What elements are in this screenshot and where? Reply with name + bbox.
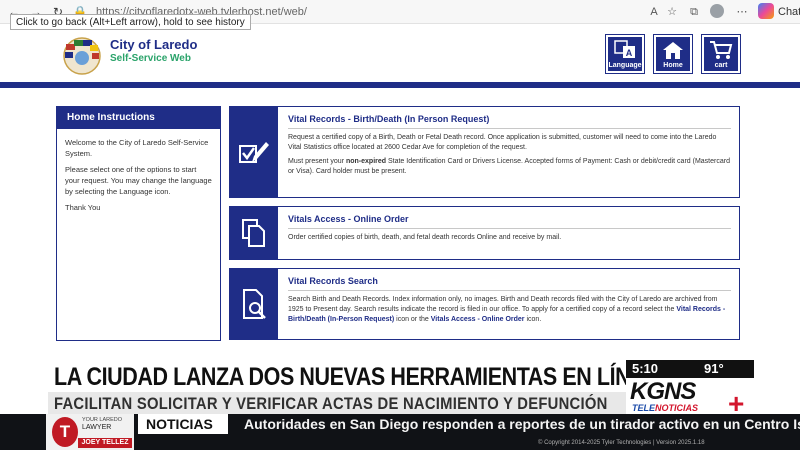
language-button[interactable]: A Language xyxy=(605,34,645,74)
vital-records-search-card[interactable]: Vital Records Search Search Birth and De… xyxy=(229,268,740,340)
news-headline: LA CIUDAD LANZA DOS NUEVAS HERRAMIENTAS … xyxy=(54,363,660,391)
vital-records-in-person-requirements: Must present your non-expired State Iden… xyxy=(288,158,730,175)
card-icon-panel xyxy=(230,207,278,259)
header-divider xyxy=(0,82,800,88)
copyright-footer: © Copyright 2014-2025 Tyler Technologies… xyxy=(538,440,705,446)
card-divider xyxy=(288,128,731,129)
instructions-heading: Home Instructions xyxy=(57,107,220,129)
news-time: 5:10 xyxy=(632,361,659,376)
site-title[interactable]: City of Laredo xyxy=(110,37,197,52)
document-search-icon xyxy=(243,289,266,319)
cart-button-label: cart xyxy=(714,62,728,69)
vitals-access-online-desc: Order certified copies of birth, death, … xyxy=(288,234,562,241)
ticker-text: Autoridades en San Diego responden a rep… xyxy=(244,416,800,432)
time-temperature-bar: 5:10 91° xyxy=(626,360,754,378)
ticker-section-label: NOTICIAS xyxy=(138,414,228,434)
ad-name: JOEY TELLEZ xyxy=(78,438,132,448)
ad-logo-icon: T xyxy=(52,417,78,447)
card-icon-panel xyxy=(230,269,278,339)
station-logo: KGNS TELENOTICIAS + xyxy=(626,378,754,419)
vital-records-in-person-desc: Request a certified copy of a Birth, Dea… xyxy=(288,134,717,151)
home-icon xyxy=(663,42,683,59)
collections-icon[interactable]: ⧉ xyxy=(686,4,702,20)
plus-icon: + xyxy=(728,388,745,419)
favorite-star-icon[interactable]: ☆ xyxy=(664,4,680,20)
online-order-link[interactable]: Vitals Access - Online Order xyxy=(431,316,525,323)
network-name: TELENOTICIAS xyxy=(632,403,699,413)
vital-records-search-desc: Search Birth and Death Records. Index in… xyxy=(288,296,726,323)
cart-icon xyxy=(710,41,733,59)
vital-records-in-person-card[interactable]: Vital Records - Birth/Death (In Person R… xyxy=(229,106,740,198)
read-aloud-icon[interactable]: A xyxy=(646,4,662,20)
lawyer-ad: T YOUR LAREDO LAWYER JOEY TELLEZ xyxy=(46,414,134,450)
news-temperature: 91° xyxy=(704,361,724,376)
instructions-thanks: Thank You xyxy=(65,203,101,212)
language-icon: A xyxy=(614,40,635,58)
station-name: KGNS xyxy=(630,378,696,405)
vitals-access-online-title[interactable]: Vitals Access - Online Order xyxy=(288,213,731,225)
home-instructions-panel: Home Instructions Welcome to the City of… xyxy=(56,106,221,341)
ad-line-1: YOUR LAREDO xyxy=(82,417,123,423)
screen: { "browser": { "url": "https://cityoflar… xyxy=(0,0,800,450)
copy-documents-icon xyxy=(242,219,265,247)
home-button-label: Home xyxy=(663,62,683,69)
card-divider xyxy=(288,228,731,229)
language-button-label: Language xyxy=(608,62,642,69)
profile-avatar[interactable] xyxy=(710,4,724,18)
card-divider xyxy=(288,290,731,291)
home-button[interactable]: Home xyxy=(653,34,693,74)
copilot-icon[interactable] xyxy=(758,3,774,19)
city-seal-logo[interactable] xyxy=(62,36,102,76)
checkbox-pencil-icon xyxy=(239,142,269,163)
cart-button[interactable]: cart xyxy=(701,34,741,74)
ad-line-2: LAWYER xyxy=(82,424,112,431)
instructions-welcome: Welcome to the City of Laredo Self-Servi… xyxy=(65,138,209,158)
site-subtitle: Self-Service Web xyxy=(110,53,191,64)
card-icon-panel xyxy=(230,107,278,197)
svg-text:A: A xyxy=(626,48,633,58)
more-options-icon[interactable]: ⋯ xyxy=(734,4,750,20)
news-subheadline-bar: FACILITAN SOLICITAR Y VERIFICAR ACTAS DE… xyxy=(48,392,626,414)
news-subheadline: FACILITAN SOLICITAR Y VERIFICAR ACTAS DE… xyxy=(54,394,608,413)
back-button-tooltip: Click to go back (Alt+Left arrow), hold … xyxy=(10,14,251,30)
vitals-access-online-card[interactable]: Vitals Access - Online Order Order certi… xyxy=(229,206,740,260)
chat-label[interactable]: Chat xyxy=(778,4,800,20)
instructions-select: Please select one of the options to star… xyxy=(65,165,212,196)
news-headline-bar: LA CIUDAD LANZA DOS NUEVAS HERRAMIENTAS … xyxy=(48,362,660,392)
vital-records-search-title[interactable]: Vital Records Search xyxy=(288,275,731,287)
vital-records-in-person-title[interactable]: Vital Records - Birth/Death (In Person R… xyxy=(288,113,731,125)
